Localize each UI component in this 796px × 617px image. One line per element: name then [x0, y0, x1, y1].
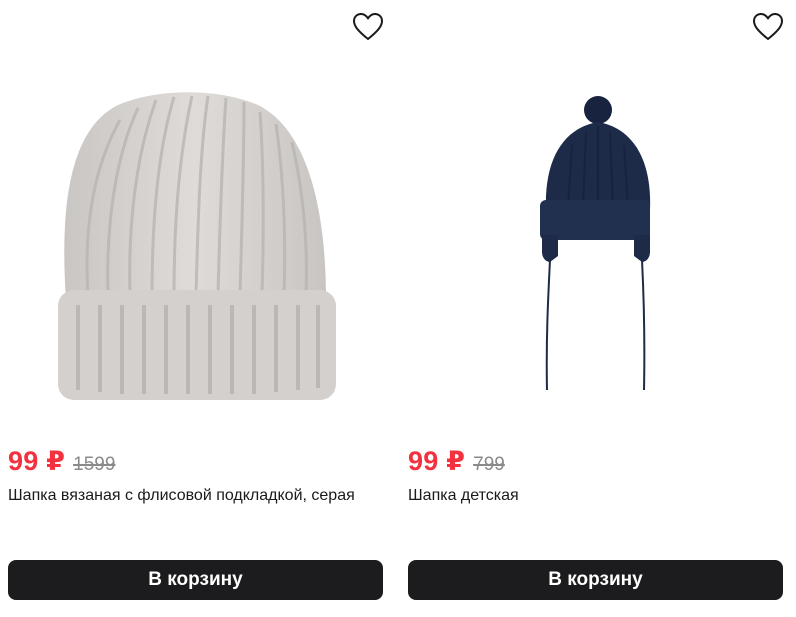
kids-hat-image [540, 96, 651, 391]
product-card[interactable]: 99 ₽ 1599 Шапка вязаная с флисовой подкл… [8, 0, 384, 617]
current-price: 99 ₽ [8, 446, 66, 476]
product-image[interactable] [408, 60, 784, 430]
product-card[interactable]: 99 ₽ 799 Шапка детская В корзину [408, 0, 784, 617]
product-title[interactable]: Шапка детская [408, 484, 768, 507]
old-price: 1599 [73, 454, 116, 475]
current-price: 99 ₽ [408, 446, 466, 476]
heart-outline-icon[interactable] [352, 12, 384, 42]
product-grid: 99 ₽ 1599 Шапка вязаная с флисовой подкл… [0, 0, 796, 617]
add-to-cart-button[interactable]: В корзину [408, 560, 783, 600]
knit-beanie-image [58, 92, 336, 400]
favorite-button[interactable] [751, 10, 785, 44]
old-price: 799 [473, 454, 505, 475]
add-to-cart-button[interactable]: В корзину [8, 560, 383, 600]
product-title[interactable]: Шапка вязаная с флисовой подкладкой, сер… [8, 484, 368, 507]
price-row: 99 ₽ 799 [408, 446, 505, 477]
price-row: 99 ₽ 1599 [8, 446, 115, 477]
favorite-button[interactable] [351, 10, 385, 44]
product-image[interactable] [8, 60, 384, 430]
heart-outline-icon[interactable] [752, 12, 784, 42]
